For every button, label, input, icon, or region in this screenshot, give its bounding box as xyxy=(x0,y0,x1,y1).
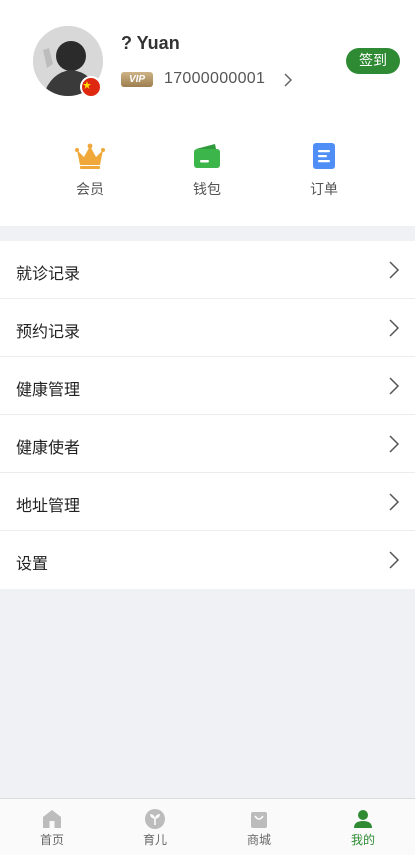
tab-mine[interactable]: 我的 xyxy=(311,799,415,855)
quick-action-order[interactable]: 订单 xyxy=(284,140,364,204)
quick-action-label: 会员 xyxy=(76,182,104,198)
menu-item-visit-records[interactable]: 就诊记录 xyxy=(0,241,415,299)
profile-header: ? Yuan VIP 17000000001 签到 会员 钱包 订单 xyxy=(0,0,415,226)
menu-item-settings[interactable]: 设置 xyxy=(0,531,415,589)
wallet-icon xyxy=(194,144,220,168)
menu-item-label: 设置 xyxy=(16,554,49,573)
crown-icon xyxy=(75,143,105,169)
menu-item-label: 就诊记录 xyxy=(16,264,81,283)
home-icon xyxy=(43,810,61,828)
shopping-bag-icon xyxy=(251,812,267,828)
settings-menu: 就诊记录 预约记录 健康管理 健康使者 地址管理 设置 xyxy=(0,241,415,589)
quick-action-member[interactable]: 会员 xyxy=(50,140,130,204)
chevron-right-icon xyxy=(389,435,400,453)
signin-button[interactable]: 签到 xyxy=(346,48,400,74)
chevron-right-icon xyxy=(389,551,400,569)
tab-label: 商城 xyxy=(246,833,271,847)
menu-item-appointment-records[interactable]: 预约记录 xyxy=(0,299,415,357)
quick-action-label: 订单 xyxy=(310,182,338,198)
tab-home[interactable]: 首页 xyxy=(0,799,104,855)
tab-label: 育儿 xyxy=(142,833,167,847)
chevron-right-icon[interactable] xyxy=(280,71,296,89)
menu-item-address-management[interactable]: 地址管理 xyxy=(0,473,415,531)
menu-item-health-ambassador[interactable]: 健康使者 xyxy=(0,415,415,473)
vip-badge: VIP xyxy=(121,72,153,87)
chevron-right-icon xyxy=(389,493,400,511)
flag-badge-icon xyxy=(80,76,102,98)
tab-label: 我的 xyxy=(350,833,375,847)
tab-parenting[interactable]: 育儿 xyxy=(103,799,207,855)
username: ? Yuan xyxy=(121,33,180,53)
chevron-right-icon xyxy=(389,261,400,279)
quick-action-wallet[interactable]: 钱包 xyxy=(167,140,247,204)
menu-item-label: 健康管理 xyxy=(16,380,81,399)
person-icon xyxy=(354,810,372,828)
menu-item-label: 地址管理 xyxy=(16,496,81,515)
menu-item-label: 预约记录 xyxy=(16,322,81,341)
menu-item-label: 健康使者 xyxy=(16,438,81,457)
bottom-tab-bar: 首页 育儿 商城 我的 xyxy=(0,798,415,855)
phone-number[interactable]: 17000000001 xyxy=(164,70,265,88)
tab-mall[interactable]: 商城 xyxy=(207,799,311,855)
chevron-right-icon xyxy=(389,377,400,395)
order-icon xyxy=(313,143,335,169)
tab-label: 首页 xyxy=(39,833,64,847)
quick-action-label: 钱包 xyxy=(193,182,221,198)
sprout-icon xyxy=(145,809,165,829)
chevron-right-icon xyxy=(389,319,400,337)
menu-item-health-management[interactable]: 健康管理 xyxy=(0,357,415,415)
